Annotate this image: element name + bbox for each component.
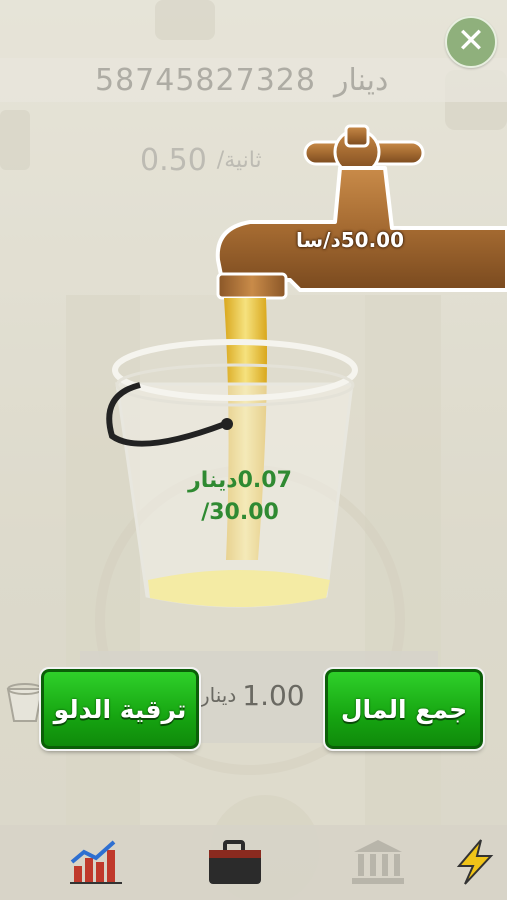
- price-value: 1.00: [242, 678, 305, 712]
- rate-per-second: 0.50 /ثانية: [140, 140, 310, 180]
- nav-lightning[interactable]: [447, 836, 507, 892]
- dim-overlay: [0, 0, 507, 900]
- rate-per-hour-label: 50.00د/سا: [295, 228, 404, 252]
- bank-icon: [352, 840, 404, 884]
- balance-display: 58745827328 دينار: [95, 60, 425, 100]
- close-button[interactable]: ✕: [445, 16, 497, 68]
- close-icon: ✕: [456, 21, 486, 61]
- price-unit: دينار: [200, 683, 237, 707]
- upgrade-bucket-button[interactable]: ترقية الدلو: [39, 667, 201, 751]
- bucket-small-icon: [6, 683, 44, 722]
- briefcase-icon: [209, 840, 261, 884]
- balance-value: 58745827328: [95, 62, 316, 98]
- collect-money-button[interactable]: جمع المال: [323, 667, 485, 751]
- bucket-value: 0.07دينار /30.00: [160, 465, 320, 535]
- price-display: دينار 1.00: [200, 675, 330, 715]
- rate-second-value: 0.50: [140, 142, 207, 178]
- balance-unit: دينار: [333, 62, 389, 98]
- lightning-icon: [456, 839, 494, 885]
- nav-briefcase[interactable]: [205, 836, 265, 892]
- nav-stats[interactable]: [68, 836, 128, 892]
- rate-second-unit: /ثانية: [216, 147, 262, 173]
- bucket-current: 0.07دينار: [188, 468, 292, 493]
- bucket-capacity: /30.00: [201, 500, 279, 525]
- chart-icon: [70, 840, 122, 884]
- nav-bank[interactable]: [348, 836, 408, 892]
